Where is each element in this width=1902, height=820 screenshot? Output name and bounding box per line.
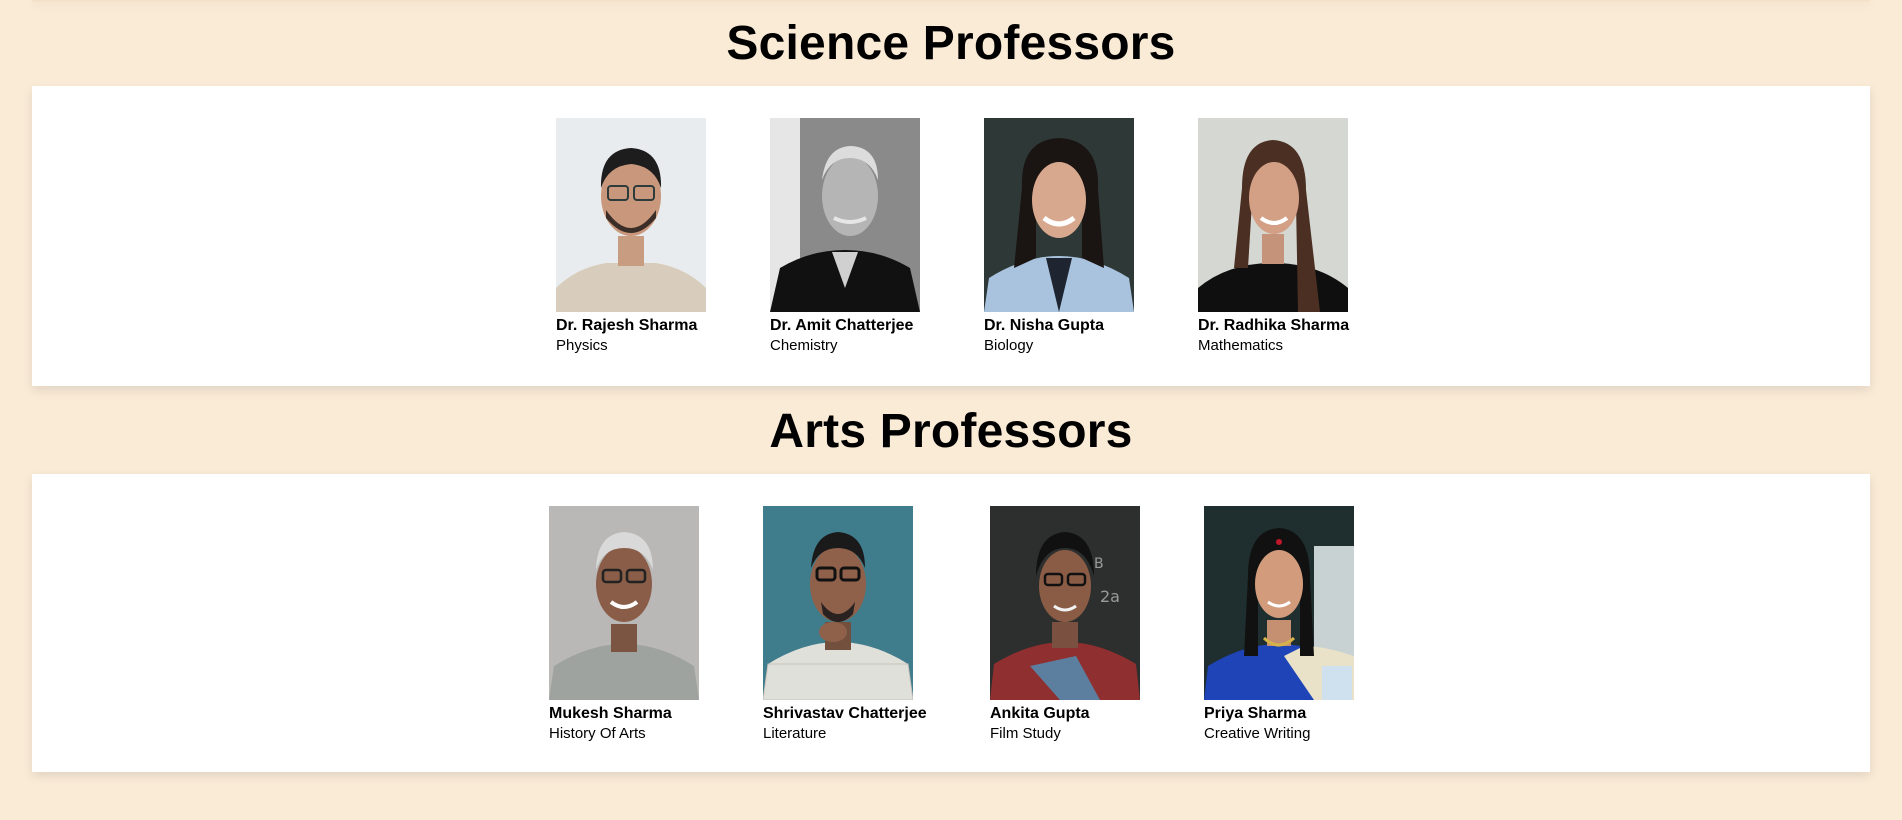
science-professors-panel: Dr. Rajesh Sharma Physics Dr. Amit Chatt… [32,86,1870,386]
professor-photo [556,118,706,312]
professor-photo: B 2a [990,506,1140,700]
header-shadow-strip [32,0,1870,2]
svg-text:2a: 2a [1100,587,1120,606]
professor-card[interactable]: Priya Sharma Creative Writing [1204,506,1374,743]
professor-subject: Biology [984,337,1034,354]
professor-photo [1204,506,1354,700]
svg-text:B: B [1094,556,1104,572]
professor-subject: Mathematics [1198,337,1284,354]
professor-subject: Literature [763,725,827,742]
professor-name: Dr. Rajesh Sharma [556,317,698,334]
professor-name: Priya Sharma [1204,705,1307,722]
professor-subject: Chemistry [770,337,838,354]
professor-photo [1198,118,1348,312]
science-section-title: Science Professors [726,17,1176,70]
professor-card[interactable]: Dr. Radhika Sharma Mathematics [1198,118,1368,355]
professor-card[interactable]: Dr. Rajesh Sharma Physics [556,118,726,355]
professor-photo [549,506,699,700]
professor-card[interactable]: Shrivastav Chatterjee Literature [763,506,933,743]
professor-name: Mukesh Sharma [549,705,672,722]
professor-name: Dr. Radhika Sharma [1198,317,1350,334]
professor-subject: Physics [556,337,608,354]
professor-card[interactable]: Dr. Nisha Gupta Biology [984,118,1154,355]
professor-subject: Film Study [990,725,1061,742]
professor-photo [984,118,1134,312]
professor-name: Dr. Amit Chatterjee [770,317,914,334]
professor-photo [763,506,913,700]
professor-card[interactable]: B 2a Ankita Gupta Film Study [990,506,1160,743]
arts-professors-panel: Mukesh Sharma History Of Arts Shrivastav… [32,474,1870,772]
professor-name: Dr. Nisha Gupta [984,317,1105,334]
professor-photo [770,118,920,312]
arts-section-title: Arts Professors [769,405,1133,458]
professor-name: Ankita Gupta [990,705,1090,722]
professor-card[interactable]: Mukesh Sharma History Of Arts [549,506,719,743]
professor-name: Shrivastav Chatterjee [763,705,927,722]
professor-subject: Creative Writing [1204,725,1311,742]
professor-card[interactable]: Dr. Amit Chatterjee Chemistry [770,118,940,355]
professor-subject: History Of Arts [549,725,646,742]
